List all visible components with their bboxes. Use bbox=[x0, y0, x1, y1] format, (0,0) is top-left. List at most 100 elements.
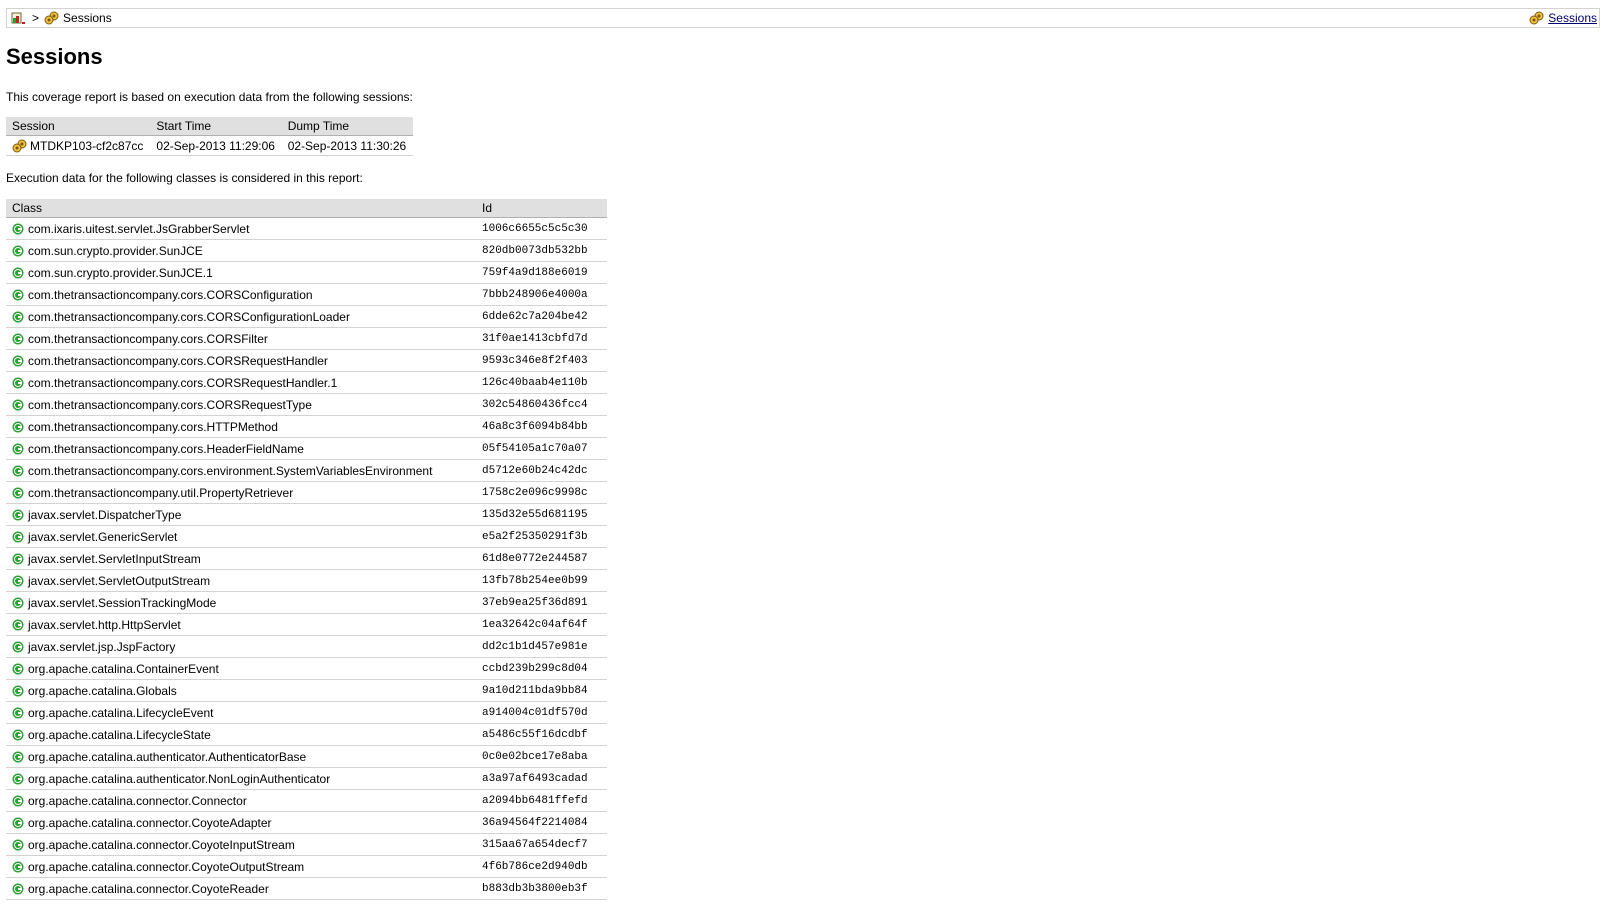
class-row: com.sun.crypto.provider.SunJCE 820db0073d… bbox=[6, 239, 607, 262]
sessions-intro-text: This coverage report is based on executi… bbox=[6, 90, 413, 104]
class-cell: javax.servlet.SessionTrackingMode bbox=[6, 591, 476, 614]
classes-table-header: Class Id bbox=[6, 199, 607, 218]
class-icon bbox=[12, 487, 24, 499]
class-row: com.sun.crypto.provider.SunJCE.1 759f4a9d… bbox=[6, 261, 607, 284]
class-cell: com.thetransactioncompany.cors.CORSReque… bbox=[6, 349, 476, 372]
class-row: org.apache.catalina.LifecycleState a5486c… bbox=[6, 723, 607, 746]
class-icon bbox=[12, 619, 24, 631]
class-icon bbox=[12, 311, 24, 323]
class-name: com.sun.crypto.provider.SunJCE.1 bbox=[28, 265, 213, 280]
class-name: org.apache.catalina.connector.CoyoteRead… bbox=[28, 881, 269, 896]
class-icon bbox=[12, 773, 24, 785]
class-row: com.thetransactioncompany.cors.HTTPMetho… bbox=[6, 415, 607, 438]
class-cell: com.thetransactioncompany.cors.environme… bbox=[6, 459, 476, 482]
class-cell: com.thetransactioncompany.cors.CORSFilte… bbox=[6, 327, 476, 350]
class-row: com.thetransactioncompany.util.PropertyR… bbox=[6, 481, 607, 504]
dump-time-column-header: Dump Time bbox=[281, 117, 413, 136]
class-name: com.thetransactioncompany.cors.CORSReque… bbox=[28, 375, 338, 390]
class-cell: org.apache.catalina.connector.CoyoteAdap… bbox=[6, 811, 476, 834]
session-icon bbox=[44, 11, 60, 25]
class-icon bbox=[12, 685, 24, 697]
session-column-header: Session bbox=[6, 117, 151, 136]
id-column-header: Id bbox=[476, 199, 607, 218]
class-cell: javax.servlet.DispatcherType bbox=[6, 503, 476, 526]
class-id-cell: d5712e60b24c42dc bbox=[476, 459, 607, 482]
report-icon[interactable] bbox=[11, 11, 27, 25]
class-name: org.apache.catalina.connector.CoyoteAdap… bbox=[28, 815, 272, 830]
class-cell: org.apache.catalina.authenticator.NonLog… bbox=[6, 767, 476, 790]
class-icon bbox=[12, 223, 24, 235]
class-id-cell: 46a8c3f6094b84bb bbox=[476, 415, 607, 438]
class-icon bbox=[12, 553, 24, 565]
class-row: org.apache.catalina.connector.CoyoteOutp… bbox=[6, 855, 607, 878]
class-name: com.thetransactioncompany.cors.HeaderFie… bbox=[28, 441, 304, 456]
class-id-cell: 4f6b786ce2d940db bbox=[476, 855, 607, 878]
class-cell: org.apache.catalina.authenticator.Authen… bbox=[6, 745, 476, 768]
class-name: javax.servlet.http.HttpServlet bbox=[28, 617, 181, 632]
class-name: com.sun.crypto.provider.SunJCE bbox=[28, 243, 203, 258]
class-cell: org.apache.catalina.LifecycleState bbox=[6, 723, 476, 746]
class-cell: org.apache.catalina.connector.Connector bbox=[6, 789, 476, 812]
class-id-cell: 9593c346e8f2f403 bbox=[476, 349, 607, 372]
class-id-cell: b883db3b3800eb3f bbox=[476, 877, 607, 900]
class-row: org.apache.catalina.LifecycleEvent a91400… bbox=[6, 701, 607, 724]
breadcrumb-left: > Sessions bbox=[11, 11, 112, 25]
class-cell: com.thetransactioncompany.cors.CORSConfi… bbox=[6, 305, 476, 328]
class-name: com.thetransactioncompany.cors.environme… bbox=[28, 463, 433, 478]
dump-time-cell: 02-Sep-2013 11:30:26 bbox=[281, 135, 413, 156]
session-row: MTDKP103-cf2c87cc 02-Sep-2013 11:29:06 0… bbox=[6, 135, 413, 156]
class-cell: javax.servlet.jsp.JspFactory bbox=[6, 635, 476, 658]
sessions-table-header: Session Start Time Dump Time bbox=[6, 117, 413, 136]
class-cell: com.sun.crypto.provider.SunJCE.1 bbox=[6, 261, 476, 284]
class-id-cell: 1758c2e096c9998c bbox=[476, 481, 607, 504]
class-name: com.thetransactioncompany.cors.CORSFilte… bbox=[28, 331, 268, 346]
start-time-cell: 02-Sep-2013 11:29:06 bbox=[150, 135, 282, 156]
class-id-cell: 759f4a9d188e6019 bbox=[476, 261, 607, 284]
class-name: com.thetransactioncompany.cors.HTTPMetho… bbox=[28, 419, 278, 434]
class-row: com.thetransactioncompany.cors.CORSReque… bbox=[6, 393, 607, 416]
class-cell: com.thetransactioncompany.cors.CORSConfi… bbox=[6, 283, 476, 306]
class-name: com.thetransactioncompany.cors.CORSReque… bbox=[28, 353, 328, 368]
start-time-column-header: Start Time bbox=[150, 117, 282, 136]
class-icon bbox=[12, 399, 24, 411]
class-id-cell: 6dde62c7a204be42 bbox=[476, 305, 607, 328]
class-id-cell: a914004c01df570d bbox=[476, 701, 607, 724]
class-row: com.thetransactioncompany.cors.environme… bbox=[6, 459, 607, 482]
class-icon bbox=[12, 267, 24, 279]
class-icon bbox=[12, 355, 24, 367]
class-cell: javax.servlet.ServletInputStream bbox=[6, 547, 476, 570]
class-cell: org.apache.catalina.connector.CoyoteRead… bbox=[6, 877, 476, 900]
class-name: javax.servlet.jsp.JspFactory bbox=[28, 639, 176, 654]
class-icon bbox=[12, 795, 24, 807]
class-icon bbox=[12, 817, 24, 829]
class-row: org.apache.catalina.connector.CoyoteInpu… bbox=[6, 833, 607, 856]
class-id-cell: a5486c55f16dcdbf bbox=[476, 723, 607, 746]
class-row: com.ixaris.uitest.servlet.JsGrabberServl… bbox=[6, 217, 607, 240]
class-row: com.thetransactioncompany.cors.CORSConfi… bbox=[6, 283, 607, 306]
class-cell: org.apache.catalina.connector.CoyoteOutp… bbox=[6, 855, 476, 878]
class-id-cell: 13fb78b254ee0b99 bbox=[476, 569, 607, 592]
class-name: org.apache.catalina.connector.Connector bbox=[28, 793, 247, 808]
class-row: javax.servlet.jsp.JspFactory dd2c1b1d457e… bbox=[6, 635, 607, 658]
class-name: com.ixaris.uitest.servlet.JsGrabberServl… bbox=[28, 221, 250, 236]
class-icon bbox=[12, 377, 24, 389]
class-id-cell: 1ea32642c04af64f bbox=[476, 613, 607, 636]
class-id-cell: 36a94564f2214084 bbox=[476, 811, 607, 834]
class-id-cell: 315aa67a654decf7 bbox=[476, 833, 607, 856]
class-name: javax.servlet.SessionTrackingMode bbox=[28, 595, 217, 610]
class-icon bbox=[12, 883, 24, 895]
class-column-header: Class bbox=[6, 199, 476, 218]
class-name: com.thetransactioncompany.cors.CORSReque… bbox=[28, 397, 312, 412]
class-id-cell: a3a97af6493cadad bbox=[476, 767, 607, 790]
class-cell: com.thetransactioncompany.cors.HTTPMetho… bbox=[6, 415, 476, 438]
class-cell: javax.servlet.ServletOutputStream bbox=[6, 569, 476, 592]
class-id-cell: a2094bb6481ffefd bbox=[476, 789, 607, 812]
class-id-cell: e5a2f25350291f3b bbox=[476, 525, 607, 548]
sessions-link[interactable]: Sessions bbox=[1548, 11, 1597, 25]
class-name: com.thetransactioncompany.cors.CORSConfi… bbox=[28, 287, 313, 302]
sessions-table: Session Start Time Dump Time MTDKP103-cf… bbox=[6, 117, 413, 156]
class-name: javax.servlet.DispatcherType bbox=[28, 507, 182, 522]
class-row: com.thetransactioncompany.cors.HeaderFie… bbox=[6, 437, 607, 460]
classes-intro-text: Execution data for the following classes… bbox=[6, 171, 363, 185]
class-name: org.apache.catalina.LifecycleState bbox=[28, 727, 211, 742]
